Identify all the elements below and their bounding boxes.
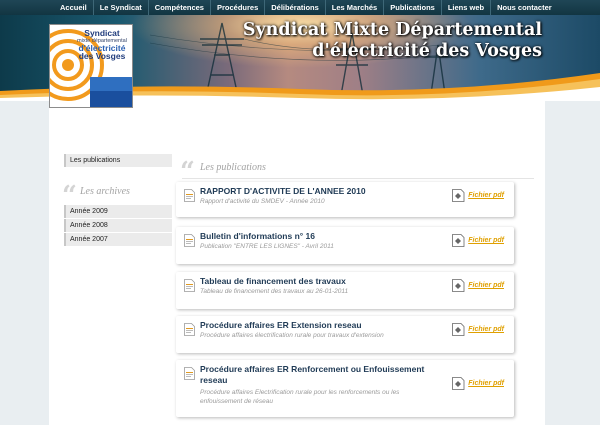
nav-item-deliberations[interactable]: Délibérations: [265, 0, 326, 15]
sidebar-item-label: Année 2007: [70, 236, 108, 243]
pdf-file-icon: [452, 279, 465, 292]
sidebar-item-label: Année 2009: [70, 208, 108, 215]
pdf-download-link[interactable]: Fichier pdf: [452, 234, 504, 247]
publication-title-link[interactable]: Tableau de financement des travaux: [200, 276, 346, 286]
sidebar-item-annee-2009[interactable]: Année 2009: [64, 205, 172, 218]
document-icon: [184, 234, 195, 247]
nav-item-competences[interactable]: Compétences: [149, 0, 211, 15]
pdf-download-link[interactable]: Fichier pdf: [452, 189, 504, 202]
sidebar-item-label: Les publications: [70, 157, 121, 164]
publication-description: Procédure affaires électrification rural…: [200, 332, 384, 339]
publication-title-line1: Procédure affaires ER Renforcement ou En…: [200, 364, 425, 374]
site-title-line2: d'électricité des Vosges: [312, 41, 542, 61]
logo-line1: Syndicat: [84, 28, 120, 38]
pdf-label: Fichier pdf: [468, 192, 504, 199]
pdf-label: Fichier pdf: [468, 380, 504, 387]
publication-title-link[interactable]: Bulletin d'informations n° 16: [200, 231, 315, 241]
pdf-label: Fichier pdf: [468, 237, 504, 244]
nav-item-publications[interactable]: Publications: [384, 0, 442, 15]
nav-item-procedures[interactable]: Procédures: [211, 0, 266, 15]
divider: [182, 178, 534, 179]
pdf-label: Fichier pdf: [468, 282, 504, 289]
publication-title-link[interactable]: RAPPORT D'ACTIVITE DE L'ANNEE 2010: [200, 186, 366, 196]
sidebar-item-publications[interactable]: Les publications: [64, 154, 172, 167]
publication-title-link[interactable]: Procédure affaires ER Extension reseau: [200, 320, 362, 330]
publication-description-line1: Procédure affaires Electrification rural…: [200, 389, 400, 396]
top-nav: Accueil Le Syndicat Compétences Procédur…: [0, 0, 600, 15]
site-title-line1: Syndicat Mixte Départemental: [242, 20, 542, 40]
publication-item: Procédure affaires ER Extension reseau P…: [176, 316, 514, 353]
pdf-download-link[interactable]: Fichier pdf: [452, 377, 504, 390]
document-icon: [184, 323, 195, 336]
sidebar-item-marker: [64, 205, 66, 218]
document-icon: [184, 279, 195, 292]
publication-description: Publication "ENTRE LES LIGNES" - Avril 2…: [200, 243, 334, 250]
archives-heading: Les archives: [80, 186, 130, 197]
publication-item: RAPPORT D'ACTIVITE DE L'ANNEE 2010 Rappo…: [176, 182, 514, 217]
pdf-file-icon: [452, 323, 465, 336]
publication-item: Bulletin d'informations n° 16 Publicatio…: [176, 227, 514, 264]
publication-item: Tableau de financement des travaux Table…: [176, 272, 514, 309]
publication-title-line2: reseau: [200, 375, 228, 385]
publication-title-link[interactable]: Procédure affaires ER Renforcement ou En…: [200, 364, 424, 386]
site-title: Syndicat Mixte Départemental d'électrici…: [243, 20, 542, 62]
sidebar-item-annee-2008[interactable]: Année 2008: [64, 219, 172, 232]
pdf-file-icon: [452, 189, 465, 202]
logo-line4: des Vosges: [78, 50, 126, 61]
pdf-label: Fichier pdf: [468, 326, 504, 333]
nav-item-accueil[interactable]: Accueil: [54, 0, 94, 15]
nav-item-liens-web[interactable]: Liens web: [442, 0, 492, 15]
sidebar-item-marker: [64, 219, 66, 232]
sidebar-item-marker: [64, 233, 66, 246]
pdf-download-link[interactable]: Fichier pdf: [452, 279, 504, 292]
publication-description: Tableau de financement des travaux au 26…: [200, 288, 349, 295]
nav-item-les-marches[interactable]: Les Marchés: [326, 0, 385, 15]
pdf-file-icon: [452, 377, 465, 390]
publication-description: Rapport d'activité du SMDEV - Année 2010: [200, 198, 325, 205]
publication-item: Procédure affaires ER Renforcement ou En…: [176, 360, 514, 417]
publication-description: Procédure affaires Electrification rural…: [200, 388, 399, 406]
document-icon: [184, 367, 195, 380]
logo[interactable]: Syndicat mixte départemental d'électrici…: [49, 24, 133, 108]
pdf-file-icon: [452, 234, 465, 247]
publication-description-line2: enfouissement de réseau: [200, 398, 273, 405]
sidebar-item-label: Année 2008: [70, 222, 108, 229]
logo-text: Syndicat mixte départemental d'électrici…: [72, 28, 132, 61]
publications-heading: Les publications: [200, 162, 266, 173]
nav-item-nous-contacter[interactable]: Nous contacter: [491, 0, 558, 15]
pdf-download-link[interactable]: Fichier pdf: [452, 323, 504, 336]
document-icon: [184, 189, 195, 202]
nav-item-le-syndicat[interactable]: Le Syndicat: [94, 0, 149, 15]
sidebar-item-annee-2007[interactable]: Année 2007: [64, 233, 172, 246]
sidebar-item-marker: [64, 154, 66, 167]
